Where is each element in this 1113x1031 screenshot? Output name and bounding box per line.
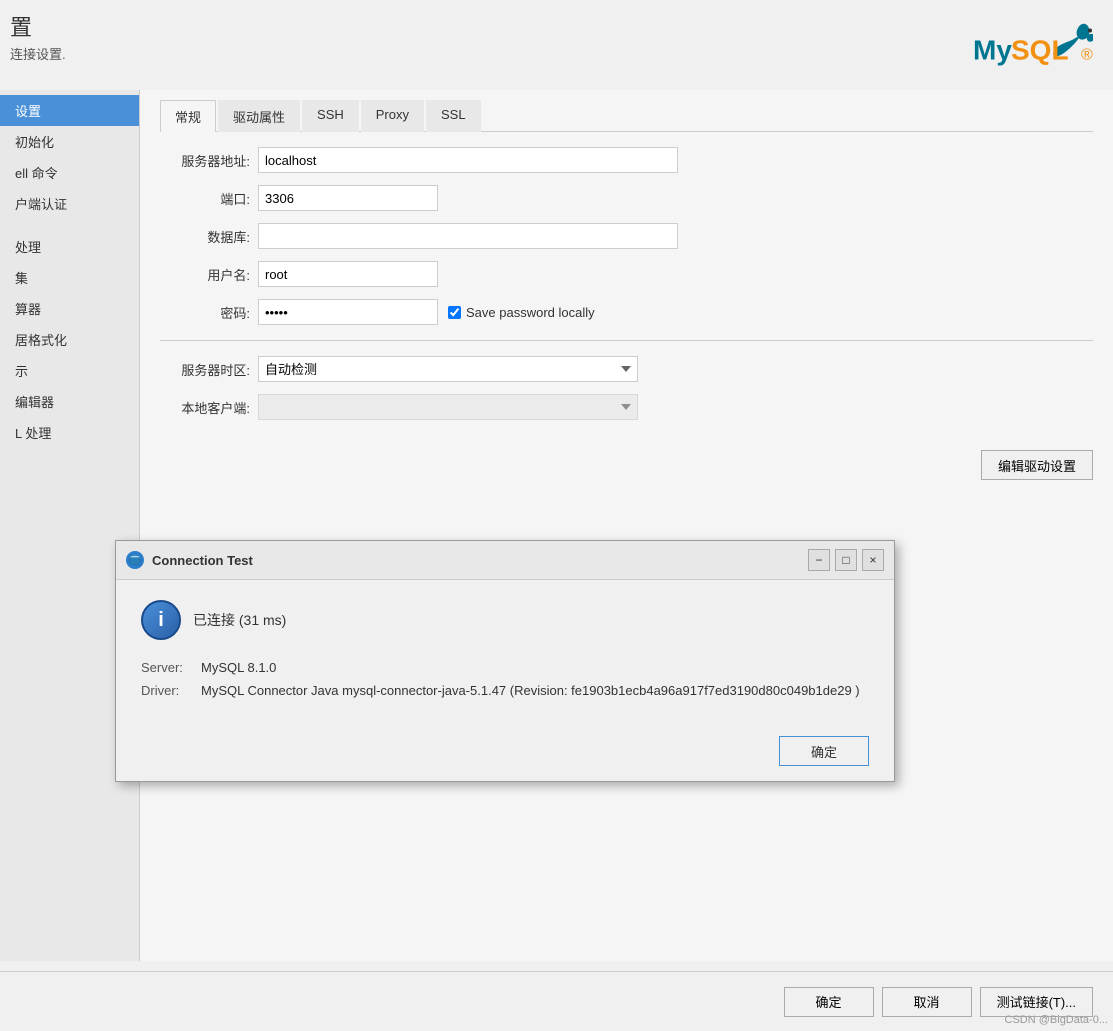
dialog-title-text: Connection Test [152, 553, 253, 568]
server-detail-value: MySQL 8.1.0 [201, 660, 276, 675]
dialog-controls: − □ × [808, 549, 884, 571]
dialog-overlay: Connection Test − □ × i 已连接 (31 ms) Serv… [0, 0, 1113, 1031]
dialog-minimize-button[interactable]: − [808, 549, 830, 571]
connection-test-dialog: Connection Test − □ × i 已连接 (31 ms) Serv… [115, 540, 895, 782]
driver-detail-value: MySQL Connector Java mysql-connector-jav… [201, 683, 860, 698]
dialog-close-button[interactable]: × [862, 549, 884, 571]
dialog-title-left: Connection Test [126, 551, 253, 569]
dialog-ok-button[interactable]: 确定 [779, 736, 869, 766]
dialog-title-icon [126, 551, 144, 569]
dialog-body: i 已连接 (31 ms) Server: MySQL 8.1.0 Driver… [116, 580, 894, 726]
server-detail-label: Server: [141, 660, 201, 675]
dialog-maximize-button[interactable]: □ [835, 549, 857, 571]
dialog-titlebar: Connection Test − □ × [116, 541, 894, 580]
server-detail-row: Server: MySQL 8.1.0 [141, 660, 869, 675]
driver-detail-label: Driver: [141, 683, 201, 698]
db-icon [129, 554, 141, 566]
info-icon: i [141, 600, 181, 640]
driver-detail-row: Driver: MySQL Connector Java mysql-conne… [141, 683, 869, 698]
dialog-footer: 确定 [116, 726, 894, 781]
main-window: 置 连接设置. My SQL ® 设置 初始化 [0, 0, 1113, 1031]
status-text: 已连接 (31 ms) [193, 610, 286, 630]
connection-status: i 已连接 (31 ms) [141, 600, 869, 640]
